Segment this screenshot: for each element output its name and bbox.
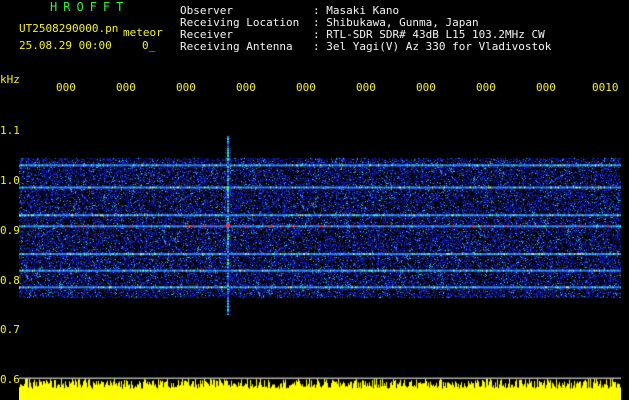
x-tick: 000 bbox=[176, 81, 196, 94]
y-tick: 1.0 bbox=[0, 174, 20, 187]
spectrogram-plot bbox=[19, 95, 621, 400]
extra-value: 0_ bbox=[142, 39, 156, 52]
spectrogram-canvas bbox=[19, 95, 621, 400]
y-tick: 0.7 bbox=[0, 323, 20, 336]
y-tick: 0.6 bbox=[0, 373, 20, 386]
antenna-value: : 3el Yagi(V) Az 330 for Vladivostok bbox=[313, 40, 552, 53]
y-tick: 0.9 bbox=[0, 224, 20, 237]
y-tick: 1.1 bbox=[0, 124, 20, 137]
mode-label: meteor bbox=[123, 26, 163, 39]
y-tick: 0.8 bbox=[0, 274, 20, 287]
file-name: UT2508290000.pn bbox=[19, 22, 119, 35]
x-tick: 000 bbox=[416, 81, 436, 94]
antenna-label: Receiving Antenna bbox=[180, 40, 293, 53]
x-tick: 000 bbox=[536, 81, 556, 94]
x-tick: 000 bbox=[296, 81, 316, 94]
app-logo: HROFFT bbox=[50, 0, 130, 14]
x-tick: 0010 bbox=[592, 81, 619, 94]
x-tick: 000 bbox=[56, 81, 76, 94]
x-tick: 000 bbox=[116, 81, 136, 94]
date-time: 25.08.29 00:00 bbox=[19, 39, 112, 52]
x-tick: 000 bbox=[356, 81, 376, 94]
x-tick: 000 bbox=[236, 81, 256, 94]
x-tick: 000 bbox=[476, 81, 496, 94]
y-axis-unit: kHz bbox=[0, 73, 20, 86]
